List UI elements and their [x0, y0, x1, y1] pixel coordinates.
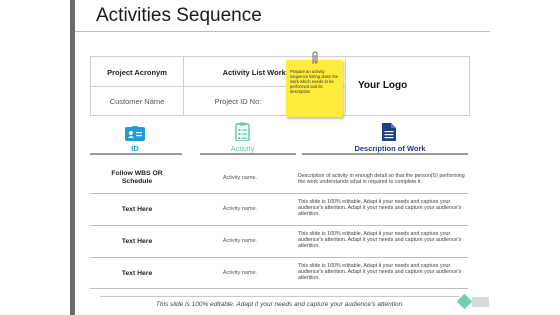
column-rule: [302, 153, 468, 155]
row-divider: [90, 193, 468, 194]
row-description: This slide is 100% editable. Adapt it yo…: [298, 263, 462, 282]
row-divider: [90, 288, 468, 289]
column-header-description: Description of Work: [354, 144, 426, 153]
project-id-field: Project ID No:: [214, 97, 262, 106]
row-divider: [90, 225, 468, 226]
row-id: Follow WBS OR Schedule: [111, 170, 163, 185]
header-divider: [345, 57, 346, 115]
row-description: This slide is 100% editable. Adapt it yo…: [298, 231, 462, 250]
row-id: Text Here: [121, 206, 153, 213]
customer-name-field: Customer Name: [109, 97, 165, 106]
paperclip-icon: [312, 51, 318, 64]
row-activity: Activity name.: [222, 270, 258, 276]
project-acronym-label: Project Acronym: [107, 68, 167, 77]
id-card-icon: [125, 126, 145, 141]
column-rule: [200, 153, 296, 155]
sticky-note: Prepare an activity sequence listing dow…: [286, 60, 343, 117]
row-description: Description of activity in enough detail…: [298, 173, 465, 186]
sticky-note-text: Prepare an activity sequence listing dow…: [290, 69, 339, 94]
left-accent-bar: [70, 0, 75, 315]
project-header-table: Project Acronym Activity List Worksheet …: [90, 56, 470, 116]
column-rule: [90, 153, 182, 155]
row-id: Text Here: [121, 270, 153, 277]
row-description: This slide is 100% editable. Adapt it yo…: [298, 199, 462, 218]
footer-divider: [100, 296, 460, 297]
title-divider: [75, 31, 490, 32]
clipboard-icon: [235, 122, 250, 141]
page-title: Activities Sequence: [96, 5, 262, 26]
row-divider: [90, 257, 468, 258]
column-header-id: ID: [131, 144, 139, 153]
row-activity: Activity name.: [222, 206, 258, 212]
footer-tab: [472, 297, 489, 307]
row-id: Text Here: [121, 238, 153, 245]
document-icon: [382, 123, 396, 141]
row-activity: Activity name.: [222, 175, 258, 181]
row-activity: Activity name.: [222, 238, 258, 244]
logo-placeholder: Your Logo: [358, 80, 408, 91]
column-header-activity: Activity: [230, 144, 255, 153]
